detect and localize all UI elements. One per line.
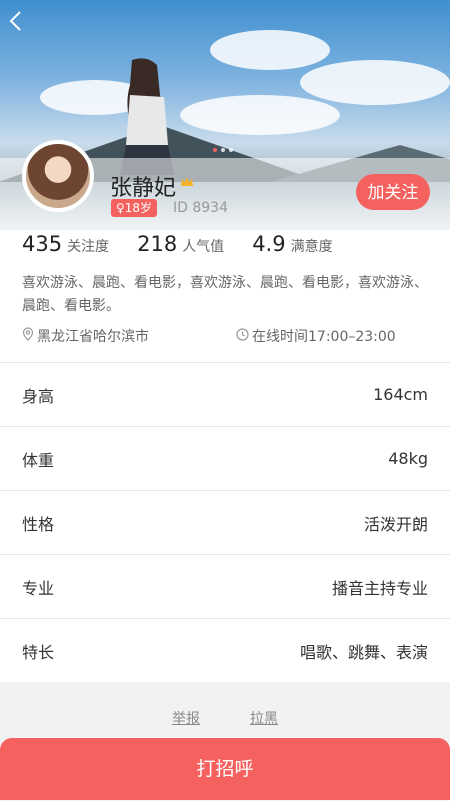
profile-name: 张静妃 [110, 176, 177, 201]
detail-value: 唱歌、跳舞、表演 [299, 642, 428, 662]
stat-follow: 435 关注度 [22, 232, 109, 256]
carousel-dot[interactable] [213, 148, 217, 152]
block-link[interactable]: 拉黑 [250, 708, 278, 728]
detail-row-talent: 特长 唱歌、跳舞、表演 [0, 618, 450, 682]
details-list: 身高 164cm 体重 48kg 性格 活泼开朗 专业 播音主持专业 特长 唱歌… [0, 362, 450, 682]
report-link[interactable]: 举报 [172, 708, 200, 728]
cloud-decoration [210, 30, 330, 70]
stats-bar: 435 关注度 218 人气值 4.9 满意度 [22, 232, 361, 256]
detail-value: 活泼开朗 [363, 514, 428, 534]
stat-number: 435 [22, 232, 63, 256]
detail-key: 体重 [22, 450, 55, 470]
avatar[interactable] [22, 140, 94, 212]
stat-number: 4.9 [252, 232, 286, 256]
cloud-decoration [300, 60, 450, 105]
follow-button[interactable]: 加关注 [356, 174, 430, 210]
clock-icon [236, 327, 249, 345]
crown-icon [180, 176, 194, 192]
detail-key: 性格 [22, 514, 55, 534]
detail-value: 播音主持专业 [331, 578, 428, 598]
carousel-dot[interactable] [229, 148, 233, 152]
detail-value: 164cm [373, 385, 428, 404]
girl-silhouette [120, 58, 174, 175]
detail-row-major: 专业 播音主持专业 [0, 554, 450, 618]
back-arrow-icon[interactable] [8, 6, 38, 36]
stat-label: 人气值 [182, 239, 225, 255]
user-id: ID 8934 [173, 200, 228, 216]
online-time: 在线时间17:00–23:00 [236, 326, 396, 346]
detail-row-weight: 体重 48kg [0, 426, 450, 490]
greet-button[interactable]: 打招呼 [0, 738, 450, 800]
detail-row-height: 身高 164cm [0, 362, 450, 426]
online-time-text: 在线时间17:00–23:00 [252, 329, 396, 345]
location: 黑龙江省哈尔滨市 [22, 326, 149, 346]
stat-satisfaction: 4.9 满意度 [252, 232, 332, 256]
stat-label: 关注度 [67, 239, 110, 255]
age-badge: ♀18岁 [111, 199, 158, 217]
info-section: 435 关注度 218 人气值 4.9 满意度 喜欢游泳、晨跑、看电影，喜欢游泳… [0, 230, 450, 362]
stat-number: 218 [137, 232, 178, 256]
hobby-text: 喜欢游泳、晨跑、看电影，喜欢游泳、晨跑、看电影，喜欢游泳、晨跑、看电影。 [22, 275, 428, 314]
carousel-dot[interactable] [221, 148, 225, 152]
stat-popularity: 218 人气值 [137, 232, 224, 256]
location-text: 黑龙江省哈尔滨市 [37, 329, 149, 345]
location-pin-icon [22, 327, 34, 345]
footer-links: 举报 拉黑 [0, 708, 450, 728]
detail-value: 48kg [388, 449, 428, 468]
detail-key: 身高 [22, 386, 55, 406]
detail-row-personality: 性格 活泼开朗 [0, 490, 450, 554]
stat-label: 满意度 [290, 239, 333, 255]
detail-key: 特长 [22, 642, 55, 662]
detail-key: 专业 [22, 578, 55, 598]
carousel-indicator[interactable] [213, 148, 233, 152]
